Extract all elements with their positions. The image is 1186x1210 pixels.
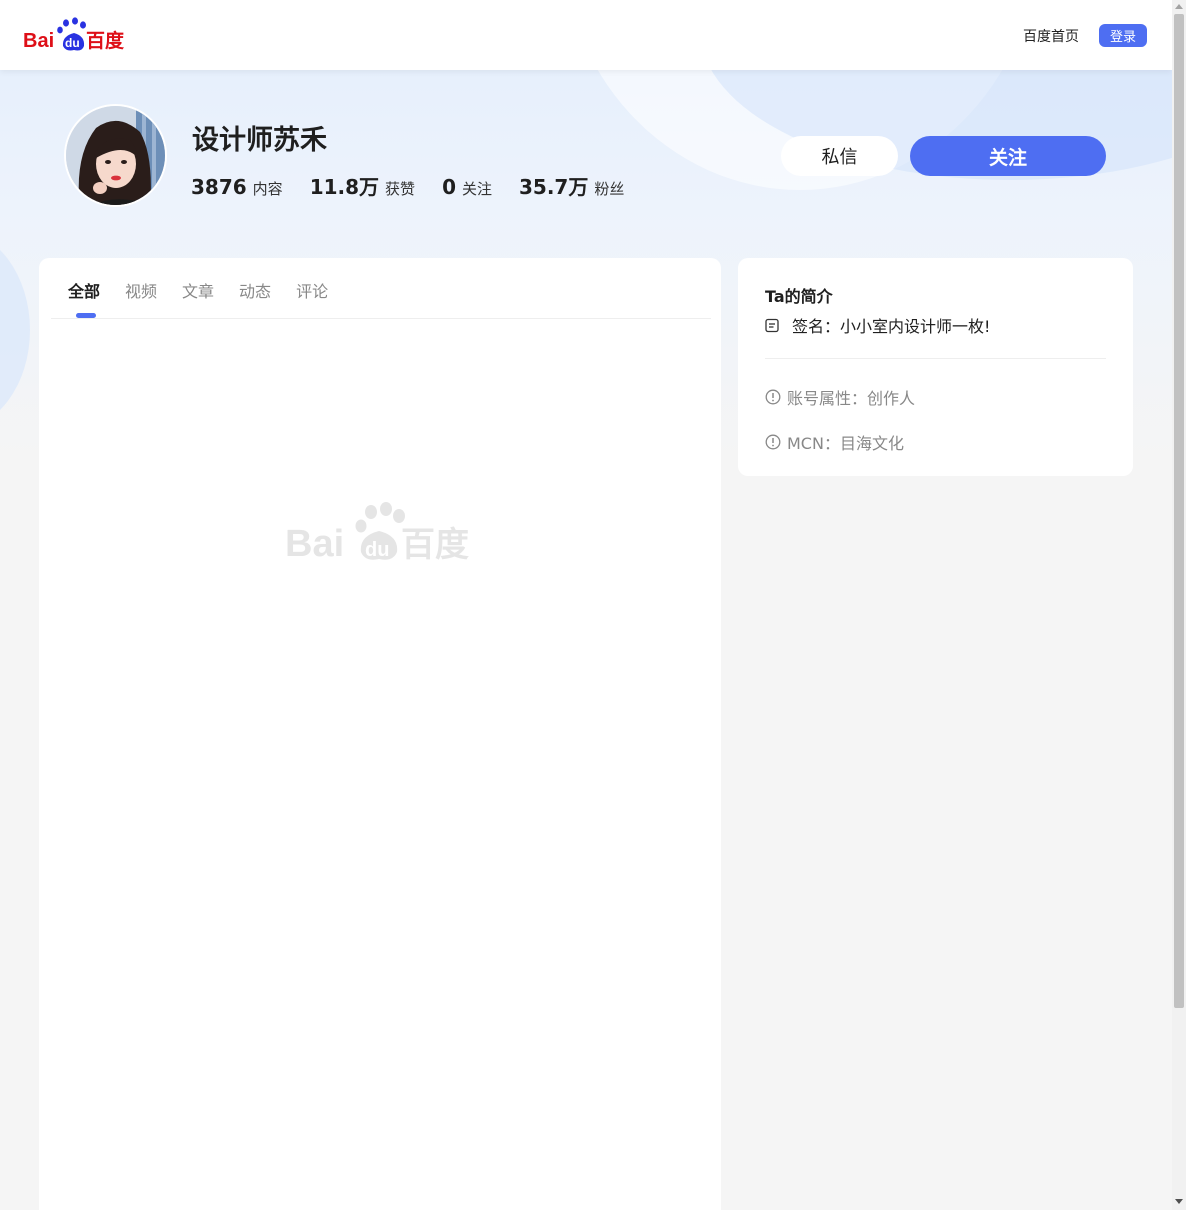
mcn-text: MCN：目海文化 <box>787 434 904 453</box>
tab-updates[interactable]: 动态 <box>239 278 271 302</box>
signature-row: 签名：小小室内设计师一枚! <box>765 313 990 337</box>
stat-fans[interactable]: 35.7万 粉丝 <box>519 171 624 200</box>
avatar[interactable] <box>64 104 167 207</box>
profile-stats: 3876 内容 11.8万 获赞 0 关注 35.7万 粉丝 <box>191 171 651 200</box>
signature-icon <box>765 318 779 332</box>
scroll-down-arrow-icon[interactable] <box>1175 1199 1183 1204</box>
mcn-row: MCN：目海文化 <box>765 430 904 454</box>
profile-name: 设计师苏禾 <box>192 125 327 156</box>
watermark-text-du: du <box>365 539 389 561</box>
logo-text-bai: Bai <box>23 30 54 52</box>
baidu-logo[interactable]: Bai du 百度 <box>22 16 128 54</box>
hero-decor-arc <box>0 230 30 430</box>
private-message-button[interactable]: 私信 <box>781 136 898 176</box>
baidu-watermark-logo: Bai du 百度 <box>285 502 469 564</box>
stat-value: 3876 <box>191 175 247 199</box>
stat-label: 内容 <box>252 180 283 198</box>
content-panel: 全部 视频 文章 动态 评论 Bai du 百度 <box>39 258 721 1210</box>
logo-text-du: du <box>65 36 80 50</box>
page-scrollbar[interactable] <box>1172 0 1186 1210</box>
tab-articles[interactable]: 文章 <box>182 278 214 302</box>
watermark-text-bai: Bai <box>285 523 344 564</box>
stat-following[interactable]: 0 关注 <box>442 175 492 199</box>
top-navigation-bar: Bai du 百度 百度首页 登录 <box>0 0 1172 70</box>
stat-label: 粉丝 <box>594 180 625 198</box>
content-tabs: 全部 视频 文章 动态 评论 <box>68 278 353 302</box>
tab-videos[interactable]: 视频 <box>125 278 157 302</box>
page: Bai du 百度 百度首页 登录 设计师苏禾 3876 内容 11.8万 获赞… <box>0 0 1186 1210</box>
login-button[interactable]: 登录 <box>1099 24 1147 47</box>
account-type-row: 账号属性：创作人 <box>765 385 915 409</box>
info-icon <box>765 434 781 450</box>
follow-button[interactable]: 关注 <box>910 136 1106 176</box>
tab-divider <box>51 318 711 319</box>
intro-divider <box>765 358 1106 359</box>
stat-label: 获赞 <box>385 180 416 198</box>
watermark-text-cn: 百度 <box>401 525 469 564</box>
signature-text: 签名：小小室内设计师一枚! <box>792 317 991 336</box>
intro-title: Ta的简介 <box>765 287 833 306</box>
stat-value: 0 <box>442 175 456 199</box>
info-icon <box>765 389 781 405</box>
stat-value: 11.8万 <box>309 175 380 199</box>
scrollbar-thumb[interactable] <box>1174 14 1184 1008</box>
tab-all[interactable]: 全部 <box>68 278 100 302</box>
avatar-image <box>66 106 165 205</box>
logo-text-cn: 百度 <box>86 29 125 52</box>
scroll-up-arrow-icon[interactable] <box>1175 4 1183 9</box>
stat-label: 关注 <box>461 180 492 198</box>
stat-likes: 11.8万 获赞 <box>310 171 415 200</box>
account-type-text: 账号属性：创作人 <box>787 389 916 408</box>
intro-panel: Ta的简介 签名：小小室内设计师一枚! 账号属性：创作人 MCN：目海文化 <box>738 258 1133 476</box>
stat-content[interactable]: 3876 内容 <box>191 175 283 199</box>
tab-comments[interactable]: 评论 <box>296 278 328 302</box>
stat-value: 35.7万 <box>519 175 589 199</box>
baidu-home-link[interactable]: 百度首页 <box>1023 26 1079 46</box>
